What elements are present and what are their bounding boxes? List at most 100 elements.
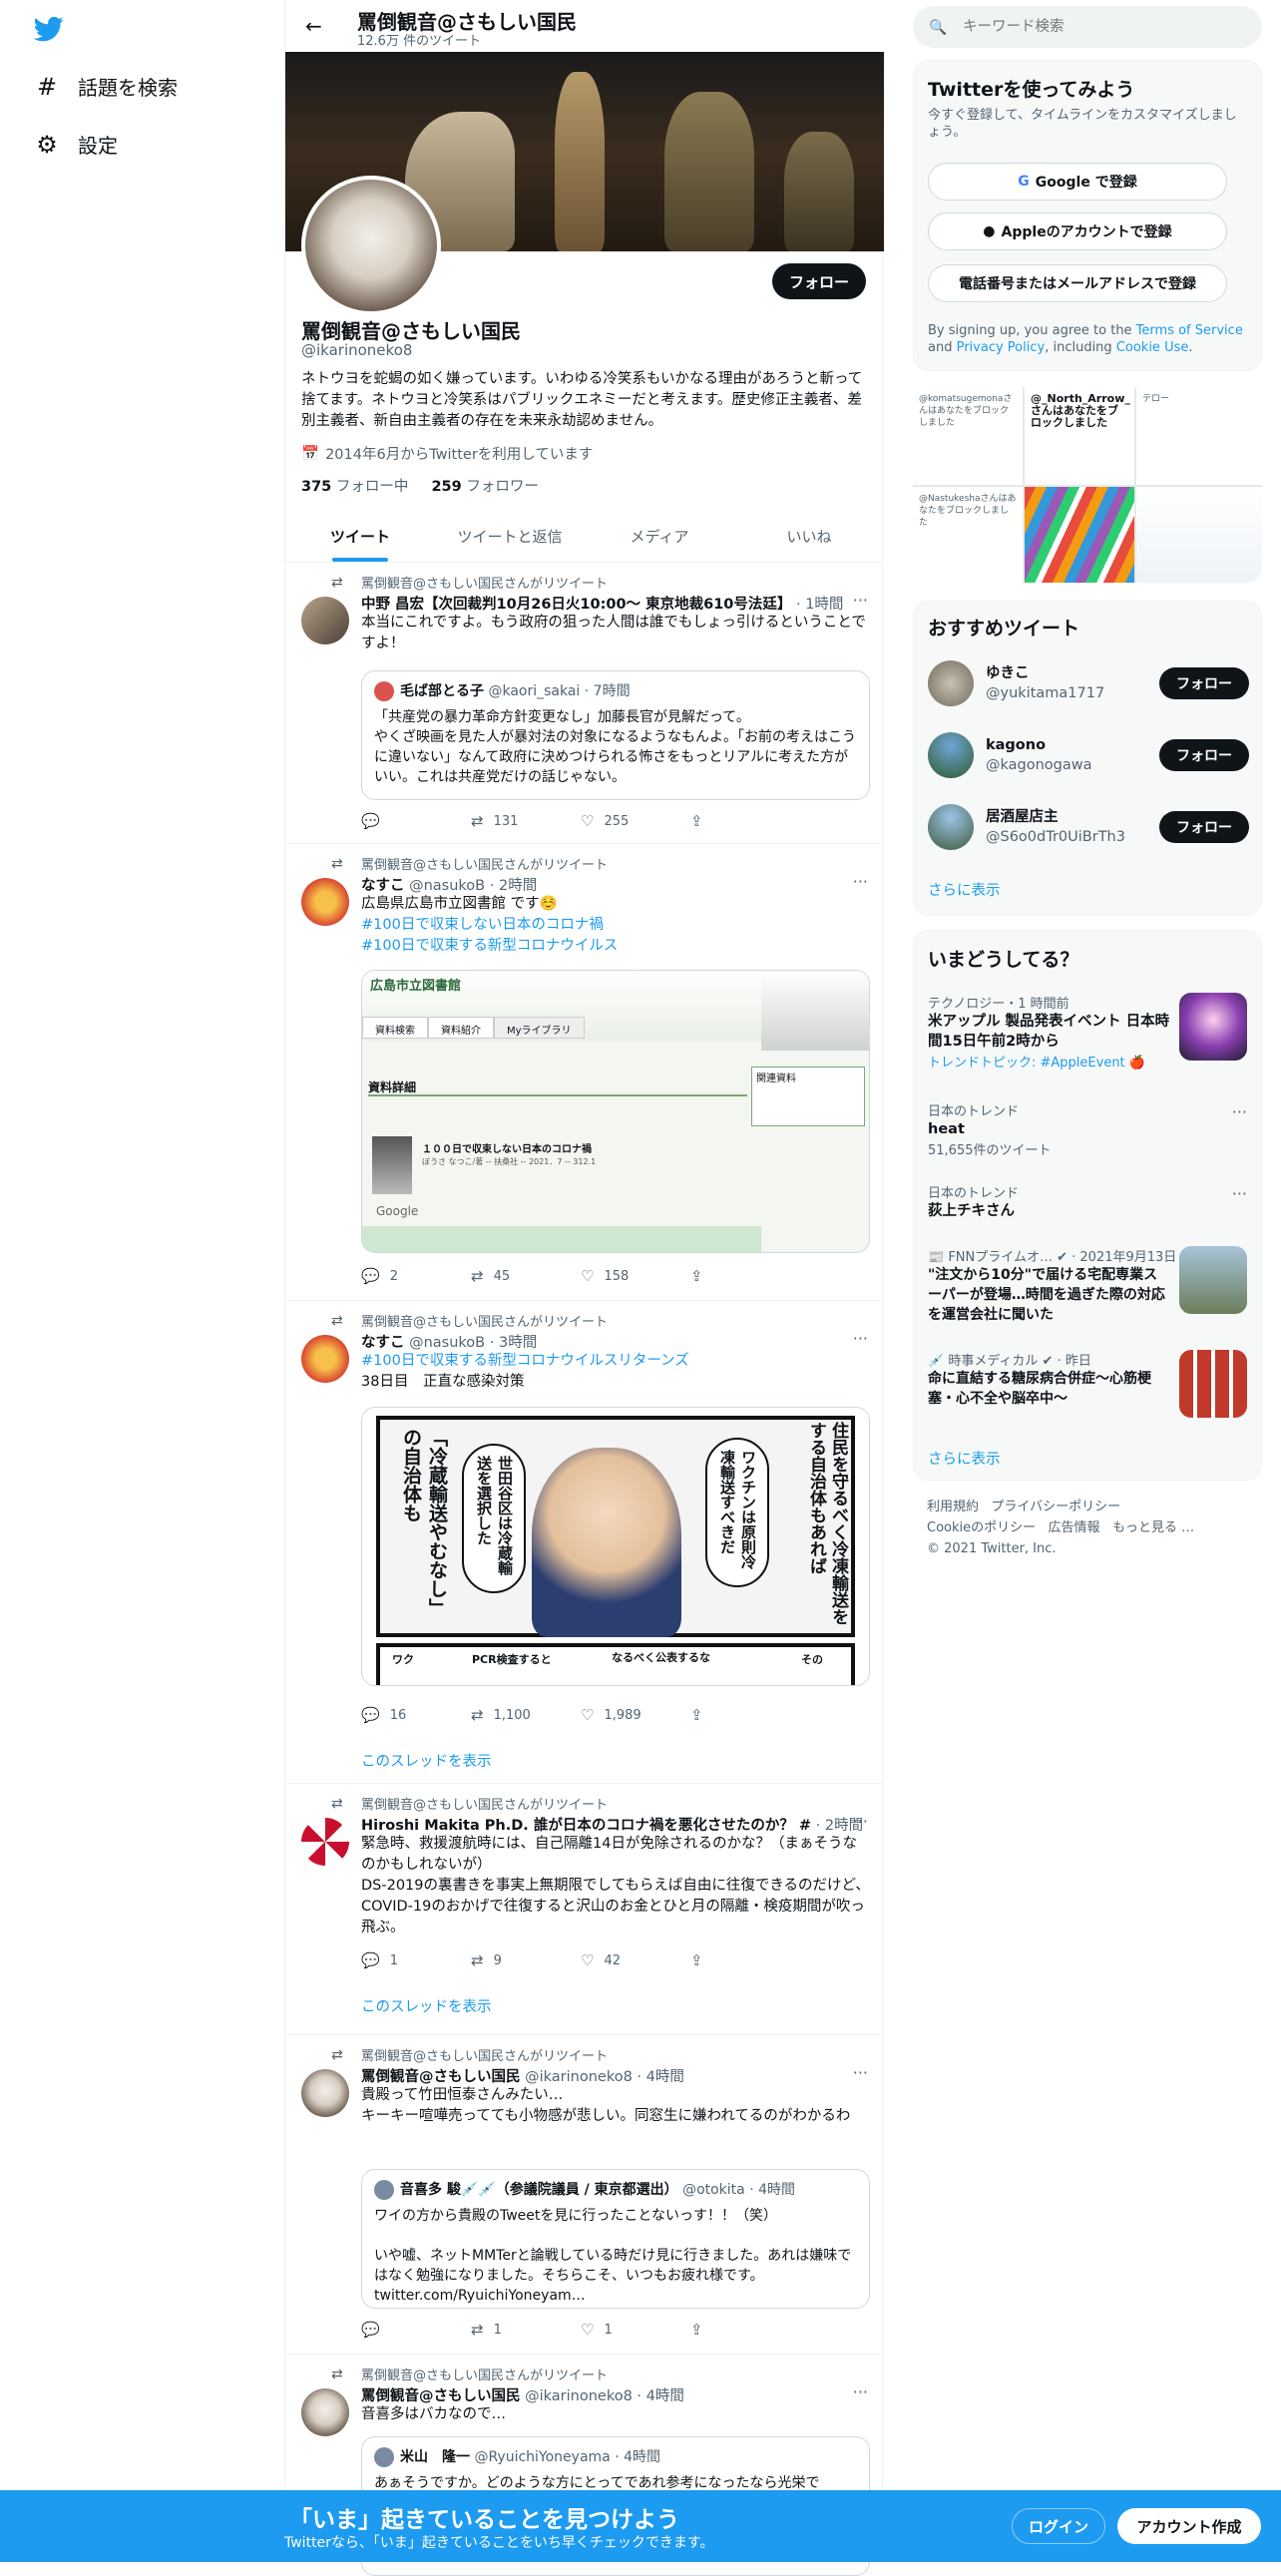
follow-button[interactable]: フォロー	[772, 263, 866, 299]
reply-button[interactable]: 💬 16	[361, 1706, 461, 1724]
tab-tweets-replies[interactable]: ツイートと返信	[435, 511, 585, 562]
media-thumb[interactable]: @_North_Arrow_さんはあなたをブロックしました	[1025, 387, 1134, 485]
tab-media[interactable]: メディア	[585, 511, 734, 562]
share-button[interactable]: ⇪	[690, 1951, 790, 1969]
followers-link[interactable]: 259 フォロワー	[431, 479, 538, 495]
like-button[interactable]: ♡ 1	[581, 2321, 680, 2339]
tweet-author[interactable]: Hiroshi Makita Ph.D. 誰が日本のコロナ禍を悪化させたのか？ …	[361, 1818, 811, 1834]
more-icon[interactable]: ···	[1232, 1184, 1247, 1203]
more-icon[interactable]: ···	[853, 872, 868, 891]
share-button[interactable]: ⇪	[690, 1267, 790, 1285]
reply-button[interactable]: 💬	[361, 2321, 461, 2339]
tweet-image[interactable]: 住民を守るべく冷凍輸送をする自治体もあれば ワクチンは原則冷凍輸送すべきだ 世田…	[361, 1407, 870, 1686]
apple-signup-button[interactable]: ● Appleのアカウントで登録	[928, 213, 1227, 250]
quoted-tweet[interactable]: 音喜多 駿💉💉（参議院議員 / 東京都選出） @otokita · 4時間 ワイ…	[361, 2169, 870, 2309]
tab-likes[interactable]: いいね	[734, 511, 884, 562]
tweet-author[interactable]: なすこ	[361, 878, 405, 894]
share-button[interactable]: ⇪	[690, 2321, 790, 2339]
phone-email-signup-button[interactable]: 電話番号またはメールアドレスで登録	[928, 264, 1227, 302]
tweet[interactable]: ⇄ 罵倒観音@さもしい国民さんがリツイート なすこ @nasukoB · 3時間 …	[285, 1301, 884, 1784]
trend-thumbnail[interactable]	[1179, 1246, 1247, 1314]
hashtag-link[interactable]: #100日で収束する新型コロナウイルス	[361, 936, 870, 957]
footer-link[interactable]: 広告情報	[1049, 1520, 1100, 1535]
reply-button[interactable]: 💬 1	[361, 1951, 461, 1969]
show-more-link[interactable]: さらに表示	[928, 1448, 1001, 1469]
trend-item[interactable]: 日本のトレンド heat 51,655件のツイート	[928, 1100, 1249, 1158]
quoted-tweet[interactable]: 毛ば部とる子 @kaori_sakai · 7時間 「共産党の暴力革命方針変更な…	[361, 670, 870, 800]
privacy-link[interactable]: Privacy Policy	[957, 340, 1046, 355]
media-thumb[interactable]: @Nastukeshaさんはあなたをブロックしました	[913, 487, 1023, 583]
avatar[interactable]	[301, 597, 349, 644]
media-thumb[interactable]	[1025, 487, 1134, 583]
more-icon[interactable]: ···	[853, 2063, 868, 2082]
create-account-button[interactable]: アカウント作成	[1117, 2508, 1261, 2544]
media-thumb[interactable]: テロー	[1136, 387, 1262, 485]
show-thread-link[interactable]: このスレッドを表示	[361, 1995, 492, 2016]
footer-link[interactable]: Cookieのポリシー	[927, 1520, 1036, 1535]
tweet-author[interactable]: 罵倒観音@さもしい国民	[361, 2069, 521, 2085]
avatar[interactable]	[301, 2069, 349, 2117]
reply-button[interactable]: 💬 2	[361, 1267, 461, 1285]
media-thumb[interactable]: @komatsugemonaさんはあなたをブロックしました	[913, 387, 1023, 485]
reply-button[interactable]: 💬	[361, 812, 461, 830]
trend-thumbnail[interactable]	[1179, 1350, 1247, 1418]
following-link[interactable]: 375 フォロー中	[301, 479, 408, 495]
login-button[interactable]: ログイン	[1012, 2508, 1105, 2544]
follow-button[interactable]: フォロー	[1159, 667, 1249, 699]
footer-link[interactable]: もっと見る …	[1112, 1520, 1194, 1535]
tweet[interactable]: ⇄ 罵倒観音@さもしい国民さんがリツイート 罵倒観音@さもしい国民 @ikarin…	[285, 2035, 884, 2355]
avatar[interactable]	[301, 1818, 349, 1866]
retweet-button[interactable]: ⇄ 131	[471, 812, 571, 830]
back-arrow-icon[interactable]: ←	[305, 14, 322, 38]
avatar[interactable]	[301, 2388, 349, 2436]
hashtag-link[interactable]: #100日で収束しない日本のコロナ禍	[361, 915, 870, 936]
media-thumb[interactable]	[1136, 487, 1262, 583]
tweet-author[interactable]: 中野 昌宏【次回裁判10月26日火10:00〜 東京地裁610号法廷】	[361, 597, 791, 613]
retweet-button[interactable]: ⇄ 45	[471, 1267, 571, 1285]
tweet-image[interactable]: 広島市立図書館 資料検索 資料紹介 Myライブラリ 資料詳細 １００日で収束しな…	[361, 970, 870, 1253]
tweet[interactable]: ⇄ 罵倒観音@さもしい国民さんがリツイート Hiroshi Makita Ph.D…	[285, 1784, 884, 2035]
like-button[interactable]: ♡ 255	[581, 812, 680, 830]
more-icon[interactable]: ···	[853, 2382, 868, 2401]
twitter-logo-icon[interactable]	[34, 14, 64, 44]
like-button[interactable]: ♡ 158	[581, 1267, 680, 1285]
nav-settings[interactable]: ⚙ 設定	[34, 130, 118, 159]
avatar[interactable]	[301, 878, 349, 926]
profile-avatar[interactable]	[301, 176, 441, 315]
tweet[interactable]: ⇄ 罵倒観音@さもしい国民さんがリツイート なすこ @nasukoB · 2時間 …	[285, 844, 884, 1301]
retweet-button[interactable]: ⇄ 9	[471, 1951, 571, 1969]
more-icon[interactable]: ···	[853, 1329, 868, 1348]
retweet-button[interactable]: ⇄ 1	[471, 2321, 571, 2339]
terms-link[interactable]: Terms of Service	[1136, 323, 1243, 338]
avatar[interactable]	[301, 1335, 349, 1383]
hashtag-link[interactable]: #100日で収束する新型コロナウイルスリターンズ	[361, 1351, 870, 1372]
trend-item[interactable]: 日本のトレンド 荻上チキさん	[928, 1182, 1249, 1221]
retweet-button[interactable]: ⇄ 1,100	[471, 1706, 571, 1724]
share-button[interactable]: ⇪	[690, 1706, 790, 1724]
search-input[interactable]	[961, 18, 1241, 36]
cookie-link[interactable]: Cookie Use	[1116, 340, 1189, 355]
more-icon[interactable]: ···	[853, 1812, 868, 1831]
follow-button[interactable]: フォロー	[1159, 739, 1249, 771]
footer-link[interactable]: プライバシーポリシー	[991, 1500, 1120, 1514]
recommended-user[interactable]: ゆきこ @yukitama1717 フォロー	[928, 655, 1249, 711]
follow-button[interactable]: フォロー	[1159, 811, 1249, 843]
trend-thumbnail[interactable]	[1179, 993, 1247, 1061]
tab-tweets[interactable]: ツイート	[285, 511, 435, 562]
tweet-author[interactable]: 罵倒観音@さもしい国民	[361, 2388, 521, 2404]
more-icon[interactable]: ···	[1232, 1102, 1247, 1121]
tweet[interactable]: ⇄ 罵倒観音@さもしい国民さんがリツイート 中野 昌宏【次回裁判10月26日火10…	[285, 563, 884, 844]
more-icon[interactable]: ···	[853, 591, 868, 610]
show-more-link[interactable]: さらに表示	[928, 879, 1001, 900]
recommended-user[interactable]: kagono @kagonogawa フォロー	[928, 727, 1249, 783]
search-box[interactable]: 🔍	[913, 6, 1262, 48]
show-thread-link[interactable]: このスレッドを表示	[361, 1750, 492, 1771]
nav-explore[interactable]: # 話題を検索	[34, 72, 178, 101]
like-button[interactable]: ♡ 42	[581, 1951, 680, 1969]
footer-link[interactable]: 利用規約	[927, 1500, 979, 1514]
recommended-user[interactable]: 居酒屋店主 @S6o0dTr0UiBrTh3 フォロー	[928, 799, 1249, 855]
share-button[interactable]: ⇪	[690, 812, 790, 830]
google-signup-button[interactable]: G Google で登録	[928, 163, 1227, 201]
tweet-author[interactable]: なすこ	[361, 1335, 405, 1351]
like-button[interactable]: ♡ 1,989	[581, 1706, 680, 1724]
